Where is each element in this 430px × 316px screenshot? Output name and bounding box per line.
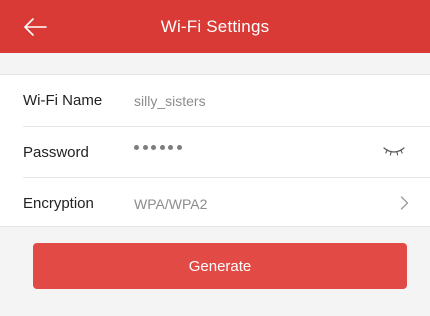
chevron-right-icon bbox=[400, 196, 409, 210]
page-title: Wi-Fi Settings bbox=[160, 16, 270, 36]
password-input[interactable] bbox=[134, 145, 182, 150]
password-dot bbox=[159, 145, 165, 150]
generate-button[interactable]: Generate bbox=[33, 243, 407, 289]
encryption-label: Encryption bbox=[23, 195, 94, 212]
wifi-name-input[interactable]: silly_sisters bbox=[134, 93, 206, 109]
password-dot bbox=[176, 145, 182, 150]
password-dot bbox=[142, 145, 148, 150]
wifi-name-label: Wi-Fi Name bbox=[23, 92, 103, 109]
password-label: Password bbox=[23, 144, 89, 161]
wifi-form: Wi-Fi Name silly_sisters Password Encryp… bbox=[0, 74, 430, 227]
wifi-name-row[interactable]: Wi-Fi Name silly_sisters bbox=[0, 75, 430, 126]
encryption-row[interactable]: Encryption WPA/WPA2 bbox=[0, 178, 430, 229]
password-dot bbox=[151, 145, 157, 150]
encryption-value: WPA/WPA2 bbox=[134, 195, 208, 212]
password-dot bbox=[168, 145, 174, 150]
password-dot bbox=[134, 145, 139, 150]
back-arrow-icon[interactable] bbox=[22, 14, 48, 40]
header-bar: Wi-Fi Settings bbox=[0, 0, 430, 53]
eye-closed-icon[interactable] bbox=[383, 145, 405, 157]
password-row[interactable]: Password bbox=[0, 127, 430, 178]
